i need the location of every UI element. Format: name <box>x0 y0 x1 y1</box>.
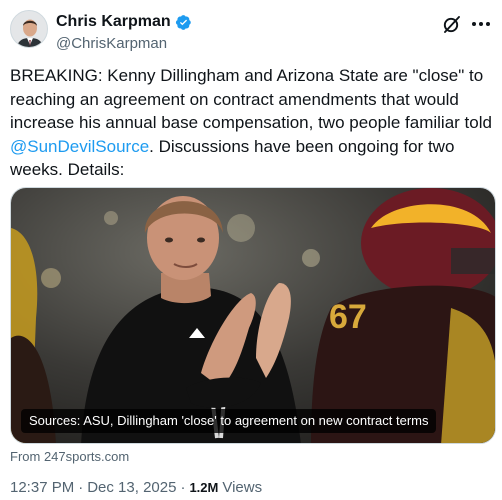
author-handle[interactable]: @ChrisKarpman <box>56 35 192 52</box>
jersey-number: 67 <box>329 298 367 336</box>
separator: · <box>180 479 186 496</box>
tweet-date[interactable]: Dec 13, 2025 <box>87 479 176 496</box>
tweet-text: BREAKING: Kenny Dillingham and Arizona S… <box>10 64 495 182</box>
card-caption: Sources: ASU, Dillingham 'close' to agre… <box>21 409 437 433</box>
grok-icon[interactable] <box>442 14 462 34</box>
views-label: Views <box>222 479 263 496</box>
link-card-image[interactable]: 67 Sources: ASU, Dillingham 'close' to a… <box>10 187 496 444</box>
separator: · <box>78 479 84 496</box>
tweet-text-part-1: BREAKING: Kenny Dillingham and Arizona S… <box>10 66 492 132</box>
views-count: 1.2M <box>189 480 219 495</box>
mention-link[interactable]: @SunDevilSource <box>10 137 149 156</box>
tweet-time[interactable]: 12:37 PM <box>10 479 74 496</box>
link-source[interactable]: From 247sports.com <box>10 449 129 464</box>
tweet-header: Chris Karpman @ChrisKarpman <box>10 10 492 52</box>
verified-badge-icon <box>175 14 192 31</box>
display-name[interactable]: Chris Karpman <box>56 13 171 31</box>
author-names: Chris Karpman @ChrisKarpman <box>56 12 192 52</box>
more-icon[interactable] <box>470 14 492 34</box>
avatar[interactable] <box>10 10 48 48</box>
tweet-meta: 12:37 PM · Dec 13, 2025 · 1.2M Views <box>10 479 262 496</box>
